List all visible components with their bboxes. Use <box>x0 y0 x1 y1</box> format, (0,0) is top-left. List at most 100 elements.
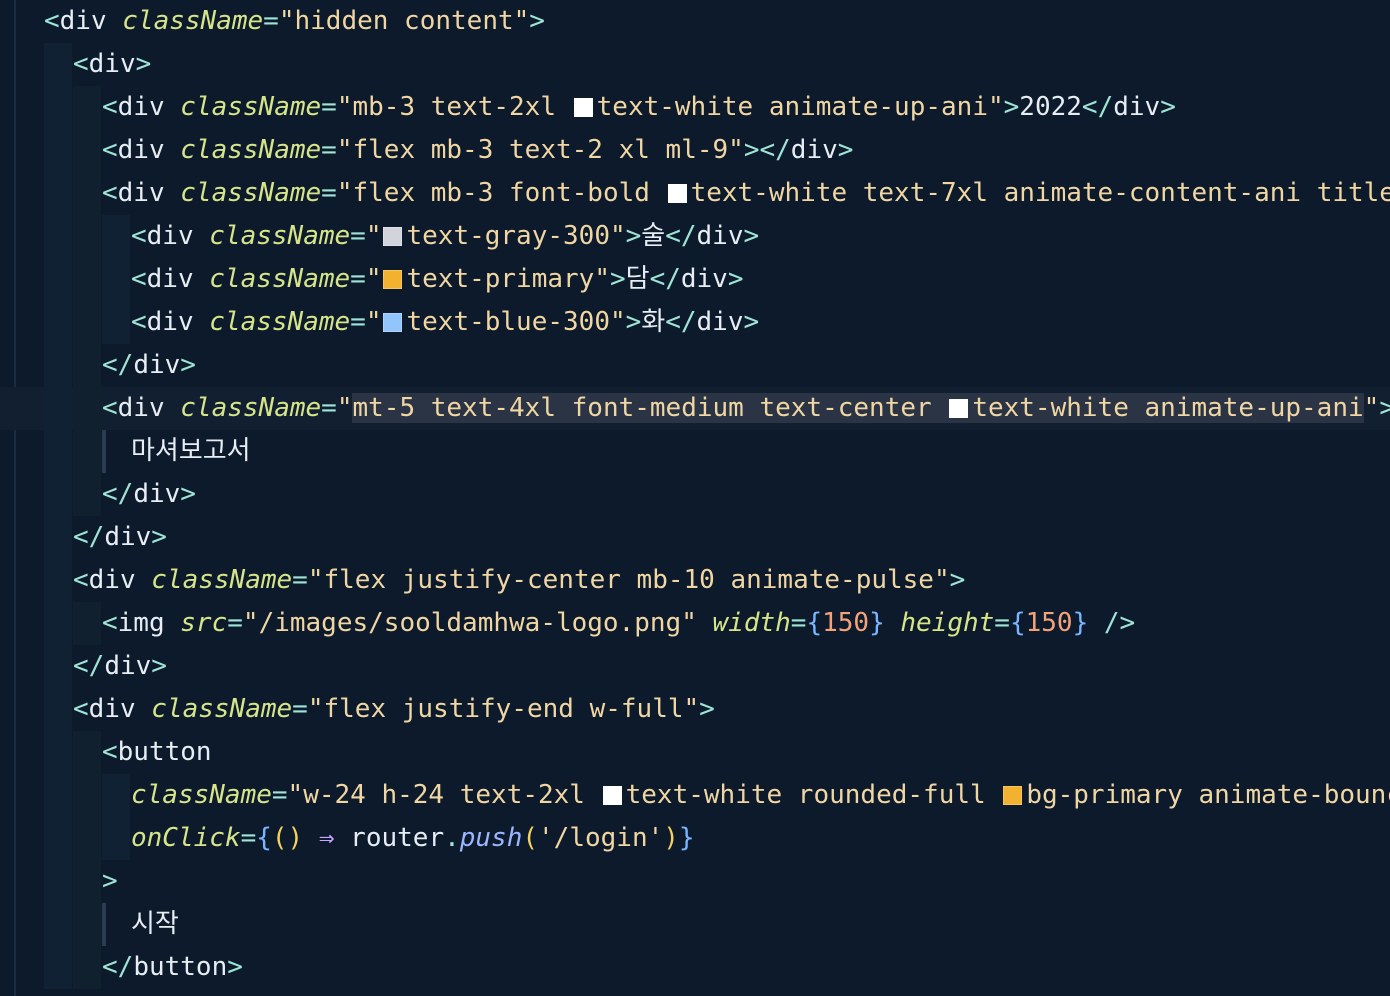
code-line[interactable]: <div className="flex mb-3 text-2 xl ml-9… <box>0 129 1390 172</box>
code-text: </div> <box>102 473 196 516</box>
color-swatch-icon[interactable] <box>383 313 403 332</box>
string-quote: " <box>609 307 626 337</box>
tag-bracket: > <box>1379 393 1390 423</box>
tag-name: div <box>117 92 165 122</box>
code-line[interactable]: <div className="hidden content"> <box>0 0 1390 43</box>
tag-bracket: < <box>131 221 147 251</box>
code-token: width <box>696 608 791 638</box>
code-line[interactable]: 시작 <box>0 903 1390 946</box>
tag-name: div <box>133 350 181 380</box>
tag-bracket: </ <box>649 264 681 294</box>
code-line[interactable]: </div> <box>0 473 1390 516</box>
code-editor[interactable]: <div className="hidden content"> <div> <di… <box>0 0 1390 996</box>
class-value: w-24 h-24 text-2xl <box>303 780 601 810</box>
tag-bracket: > <box>180 350 196 380</box>
tag-bracket: < <box>102 393 118 423</box>
tag-name: img <box>117 608 165 638</box>
indent-guide <box>102 215 130 258</box>
equals-sign: = <box>321 178 337 208</box>
indent-guide <box>44 731 72 774</box>
code-line[interactable]: <div className=" text-primary">담</div> <box>0 258 1390 301</box>
tag-bracket: < <box>102 178 118 208</box>
attribute-name: src <box>180 608 228 638</box>
string-quote: " <box>987 92 1004 122</box>
tag-name: div <box>104 522 152 552</box>
code-line[interactable]: <div className="flex justify-end w-full"… <box>0 688 1390 731</box>
code-text: <div className=" text-primary">담</div> <box>131 258 744 301</box>
indent-guide <box>73 258 101 301</box>
tag-bracket: > <box>529 6 545 36</box>
indent-guide <box>73 430 101 473</box>
code-line[interactable]: > <box>0 860 1390 903</box>
code-line[interactable]: </div> <box>0 516 1390 559</box>
code-line[interactable]: <img src="/images/sooldamhwa-logo.png" w… <box>0 602 1390 645</box>
tag-bracket: > <box>1160 92 1176 122</box>
equals-sign: = <box>321 135 337 165</box>
tag-bracket: > <box>135 49 152 79</box>
tag-bracket: > <box>102 866 118 896</box>
color-swatch-icon[interactable] <box>383 227 403 246</box>
code-line[interactable]: <div className=" text-blue-300">화</div> <box>0 301 1390 344</box>
indent-guide <box>44 645 72 688</box>
attribute-name: className <box>122 6 264 36</box>
tag-name: div <box>133 479 181 509</box>
equals-sign: = <box>292 565 308 595</box>
code-text: </button> <box>102 946 243 989</box>
indent-guide <box>102 774 130 817</box>
equals-sign: = <box>227 608 243 638</box>
code-line[interactable]: </button> <box>0 946 1390 989</box>
tag-bracket: < <box>131 307 147 337</box>
string-quote: " <box>336 178 353 208</box>
indent-guide <box>102 817 130 860</box>
attribute-name: className <box>180 92 322 122</box>
color-swatch-icon[interactable] <box>602 786 622 805</box>
code-line[interactable]: className="w-24 h-24 text-2xl text-white… <box>0 774 1390 817</box>
color-swatch-icon[interactable] <box>949 399 969 418</box>
code-line[interactable]: <div className="mb-3 text-2xl text-white… <box>0 86 1390 129</box>
indent-guide <box>44 430 72 473</box>
code-line[interactable]: <button <box>0 731 1390 774</box>
indent-guide <box>44 215 72 258</box>
code-text: <img src="/images/sooldamhwa-logo.png" w… <box>102 602 1135 645</box>
string-quote: " <box>307 694 324 724</box>
tag-bracket: > <box>743 307 760 337</box>
equals-sign: = <box>240 823 257 853</box>
tag-bracket: < <box>73 49 89 79</box>
indent-guide <box>73 129 101 172</box>
code-line[interactable]: <div> <box>0 43 1390 86</box>
code-line[interactable]: <div className="mt-5 text-4xl font-mediu… <box>0 387 1390 430</box>
code-line[interactable]: <div className="flex mb-3 font-bold text… <box>0 172 1390 215</box>
tag-bracket: > <box>837 135 854 165</box>
color-swatch-icon[interactable] <box>573 98 593 117</box>
class-value: text-white animate-up-ani <box>596 92 988 122</box>
code-token: 150 <box>822 608 870 638</box>
indent-guide <box>73 946 101 989</box>
color-swatch-icon[interactable] <box>1003 786 1023 805</box>
code-token: = <box>994 608 1010 638</box>
code-line[interactable]: 마셔보고서 <box>0 430 1390 473</box>
code-line[interactable]: <div className="flex justify-center mb-1… <box>0 559 1390 602</box>
tag-bracket: < <box>44 6 60 36</box>
code-token: { <box>1009 608 1026 638</box>
code-line[interactable]: </div> <box>0 344 1390 387</box>
color-swatch-icon[interactable] <box>667 184 687 203</box>
code-line[interactable]: <div className=" text-gray-300">술</div> <box>0 215 1390 258</box>
code-token: ) <box>663 823 679 853</box>
code-text: 시작 <box>131 903 179 946</box>
indent-guide <box>44 688 72 731</box>
tag-bracket: < <box>73 565 89 595</box>
equals-sign: = <box>263 6 279 36</box>
text-content: 담 <box>625 264 650 294</box>
class-value: flex mb-3 text-2 xl ml-9 <box>352 135 729 165</box>
tag-name: div <box>88 694 136 724</box>
indent-guide <box>73 602 101 645</box>
code-line[interactable]: </div> <box>0 645 1390 688</box>
code-text: > <box>102 860 118 903</box>
tag-bracket: </ <box>73 651 105 681</box>
equals-sign: = <box>321 393 337 423</box>
code-line[interactable]: onClick={() ⇒ router.push('/login')} <box>0 817 1390 860</box>
color-swatch-icon[interactable] <box>383 270 403 289</box>
indent-guide <box>73 860 101 903</box>
indent-guide <box>73 731 101 774</box>
attribute-name: className <box>180 178 322 208</box>
